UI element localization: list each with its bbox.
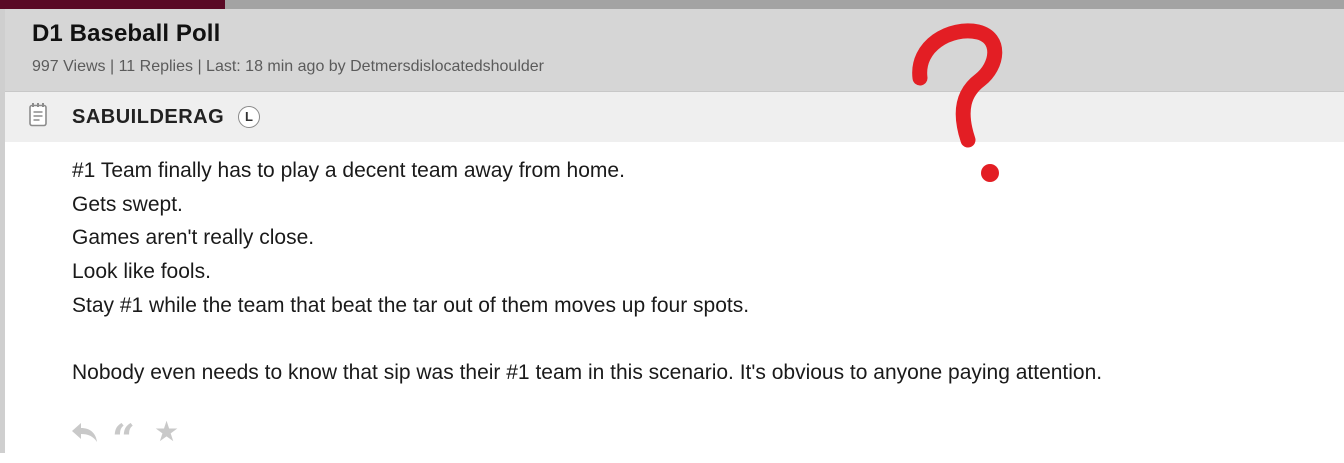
post-line: Nobody even needs to know that sip was t… [72, 361, 1103, 385]
quote-icon[interactable]: “ [112, 417, 142, 463]
post-line: Games aren't really close. [72, 226, 315, 250]
reply-arrow-icon[interactable] [70, 417, 100, 447]
post-notes-icon[interactable] [27, 102, 49, 128]
post-author-bar: SABUILDERAG L [5, 92, 1344, 142]
post-body: #1 Team finally has to play a decent tea… [72, 154, 1302, 390]
author-badge: L [238, 106, 260, 128]
thread-header: D1 Baseball Poll 997 Views | 11 Replies … [5, 9, 1344, 92]
thread-title[interactable]: D1 Baseball Poll [32, 20, 220, 48]
top-accent-bar [0, 0, 225, 9]
post-line: Stay #1 while the team that beat the tar… [72, 293, 750, 317]
post-line: Look like fools. [72, 260, 211, 284]
post-line: #1 Team finally has to play a decent tea… [72, 159, 625, 182]
star-icon[interactable]: ★ [154, 417, 184, 447]
post-line-blank [72, 322, 1302, 356]
post-line: Gets swept. [72, 192, 183, 216]
thread-meta: 997 Views | 11 Replies | Last: 18 min ag… [32, 58, 544, 75]
post-author-name[interactable]: SABUILDERAG [72, 106, 224, 129]
top-progress-bar [0, 0, 1344, 9]
